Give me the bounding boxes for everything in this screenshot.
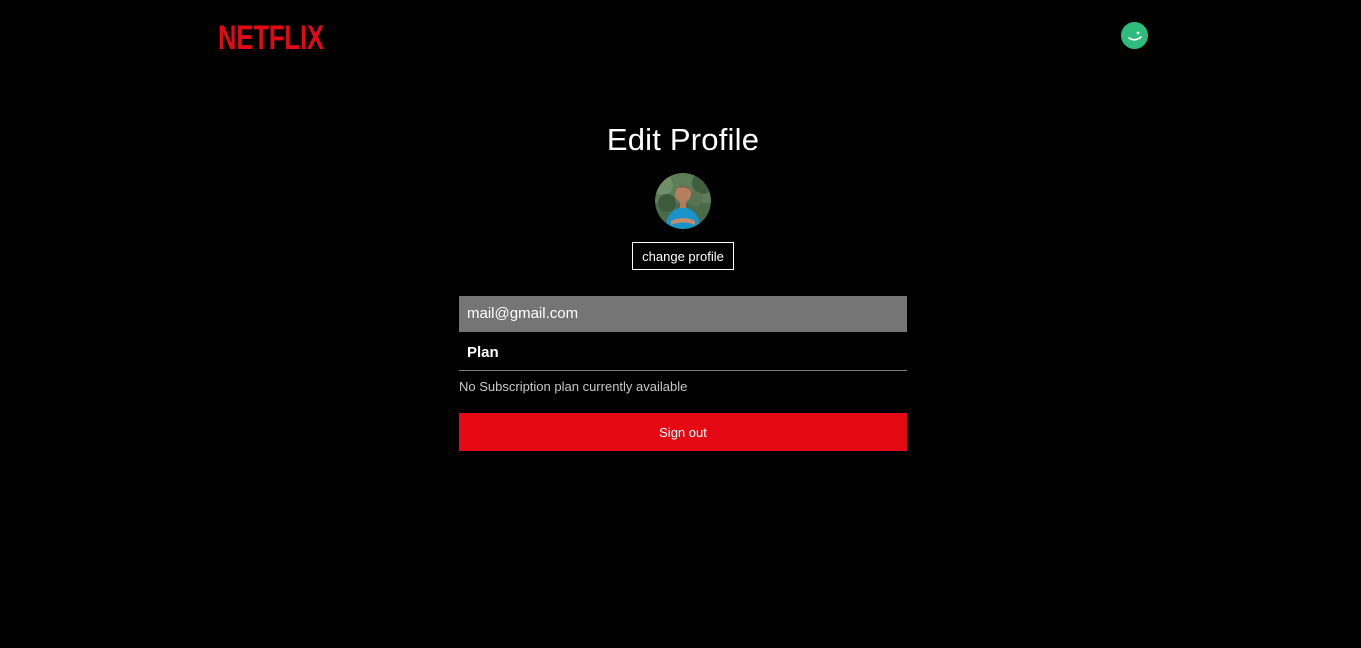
netflix-logo[interactable]: NETFLIX <box>218 20 324 50</box>
email-field[interactable]: mail@gmail.com <box>459 296 907 332</box>
edit-profile-page: NETFLIX Edit Profile change profile mail… <box>0 0 1361 648</box>
profile-panel: Edit Profile change profile mail@gmail.c… <box>459 118 907 451</box>
plan-status-text: No Subscription plan currently available <box>459 379 688 394</box>
plan-heading: Plan <box>459 332 907 371</box>
profile-photo-image <box>655 173 711 229</box>
change-profile-button[interactable]: change profile <box>632 242 734 270</box>
sign-out-button[interactable]: Sign out <box>459 413 907 451</box>
smiley-avatar-icon <box>1121 22 1148 49</box>
page-title: Edit Profile <box>606 122 760 157</box>
profile-photo <box>655 173 711 229</box>
netflix-logo-text: NETFLIX <box>218 20 324 50</box>
user-avatar-icon[interactable] <box>1121 22 1148 49</box>
